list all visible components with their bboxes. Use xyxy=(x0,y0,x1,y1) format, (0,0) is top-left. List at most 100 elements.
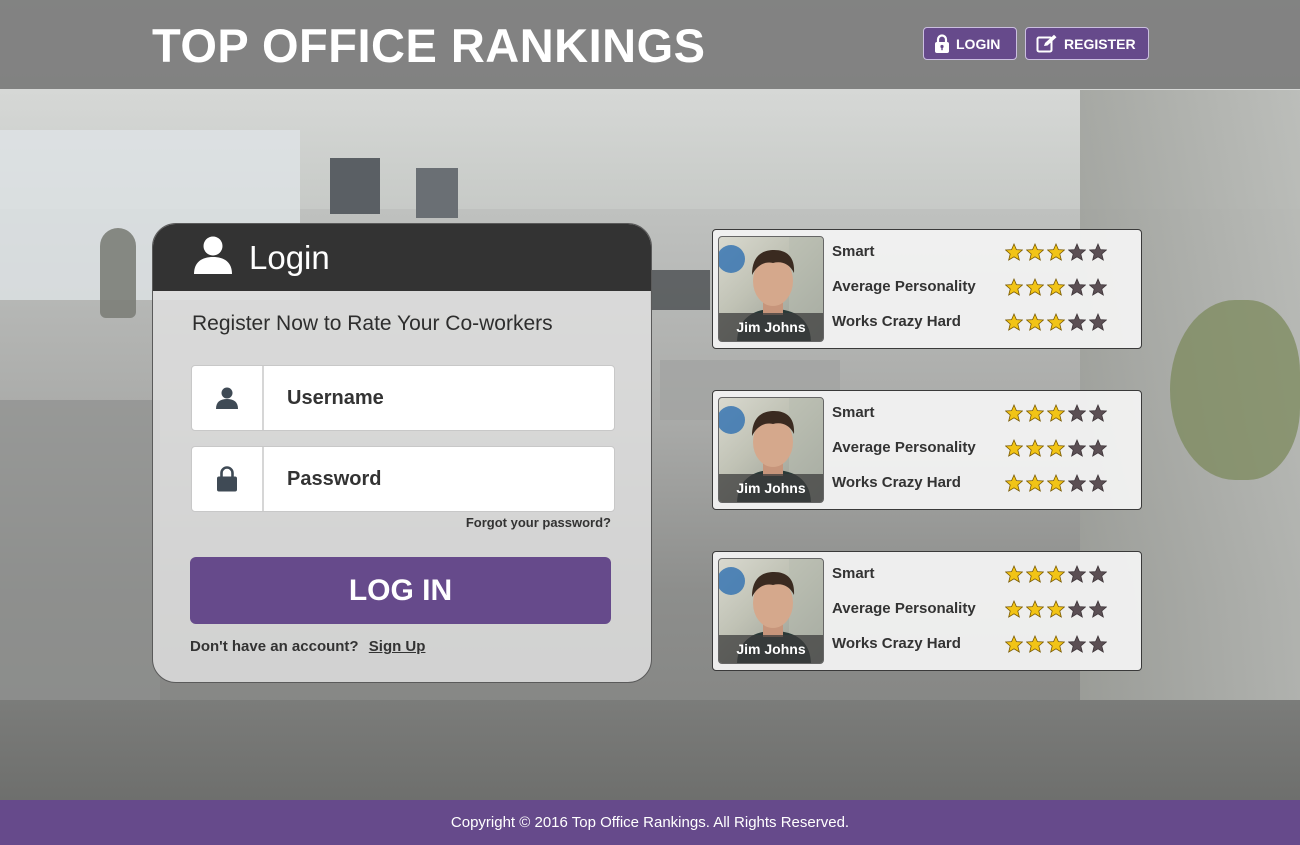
avatar: Jim Johns xyxy=(718,558,824,664)
user-icon xyxy=(193,236,233,279)
star-empty-icon[interactable] xyxy=(1068,277,1086,296)
copyright-text: Copyright © 2016 Top Office Rankings. Al… xyxy=(450,814,850,831)
star-rating[interactable] xyxy=(1005,403,1107,422)
password-input[interactable] xyxy=(264,447,614,511)
trait-label: Smart xyxy=(832,404,875,421)
trait-label: Works Crazy Hard xyxy=(832,635,961,652)
star-rating[interactable] xyxy=(1005,312,1107,331)
header-login-label: LOGIN xyxy=(956,35,1001,52)
edit-icon xyxy=(1036,34,1058,54)
star-filled-icon[interactable] xyxy=(1026,277,1044,296)
star-empty-icon[interactable] xyxy=(1068,403,1086,422)
star-filled-icon[interactable] xyxy=(1047,277,1065,296)
star-empty-icon[interactable] xyxy=(1068,634,1086,653)
traits-list: Smart Average Personality Works Crazy Ha… xyxy=(832,556,1132,661)
star-filled-icon[interactable] xyxy=(1005,403,1023,422)
trait-label: Works Crazy Hard xyxy=(832,474,961,491)
star-filled-icon[interactable] xyxy=(1005,599,1023,618)
login-card-header: Login xyxy=(153,224,651,291)
star-empty-icon[interactable] xyxy=(1089,438,1107,457)
star-rating[interactable] xyxy=(1005,473,1107,492)
user-icon xyxy=(192,366,264,430)
star-filled-icon[interactable] xyxy=(1047,634,1065,653)
trait-row: Works Crazy Hard xyxy=(832,626,1132,661)
trait-label: Average Personality xyxy=(832,278,976,295)
star-empty-icon[interactable] xyxy=(1068,438,1086,457)
star-filled-icon[interactable] xyxy=(1026,564,1044,583)
star-rating[interactable] xyxy=(1005,242,1107,261)
star-filled-icon[interactable] xyxy=(1026,438,1044,457)
star-filled-icon[interactable] xyxy=(1005,634,1023,653)
star-rating[interactable] xyxy=(1005,277,1107,296)
star-filled-icon[interactable] xyxy=(1005,564,1023,583)
trait-label: Average Personality xyxy=(832,600,976,617)
star-empty-icon[interactable] xyxy=(1068,564,1086,583)
star-rating[interactable] xyxy=(1005,438,1107,457)
person-name: Jim Johns xyxy=(719,635,823,663)
person-name: Jim Johns xyxy=(719,474,823,502)
star-filled-icon[interactable] xyxy=(1026,599,1044,618)
star-filled-icon[interactable] xyxy=(1026,473,1044,492)
trait-row: Average Personality xyxy=(832,430,1132,465)
avatar: Jim Johns xyxy=(718,397,824,503)
header-register-button[interactable]: REGISTER xyxy=(1025,27,1149,60)
footer: Copyright © 2016 Top Office Rankings. Al… xyxy=(0,800,1300,845)
site-title[interactable]: TOP OFFICE RANKINGS xyxy=(152,20,706,72)
star-filled-icon[interactable] xyxy=(1047,599,1065,618)
sign-up-link[interactable]: Sign Up xyxy=(369,638,426,655)
star-rating[interactable] xyxy=(1005,564,1107,583)
log-in-button[interactable]: LOG IN xyxy=(190,557,611,624)
star-filled-icon[interactable] xyxy=(1026,242,1044,261)
traits-list: Smart Average Personality Works Crazy Ha… xyxy=(832,395,1132,500)
trait-row: Smart xyxy=(832,395,1132,430)
rating-card[interactable]: Jim Johns Smart Average Personality Work… xyxy=(712,390,1142,510)
trait-row: Works Crazy Hard xyxy=(832,465,1132,500)
login-card: Login Register Now to Rate Your Co-worke… xyxy=(152,223,652,683)
star-empty-icon[interactable] xyxy=(1068,312,1086,331)
trait-label: Smart xyxy=(832,565,875,582)
trait-row: Smart xyxy=(832,234,1132,269)
person-name: Jim Johns xyxy=(719,313,823,341)
star-filled-icon[interactable] xyxy=(1005,277,1023,296)
star-filled-icon[interactable] xyxy=(1005,242,1023,261)
star-empty-icon[interactable] xyxy=(1089,564,1107,583)
star-filled-icon[interactable] xyxy=(1047,242,1065,261)
star-filled-icon[interactable] xyxy=(1047,564,1065,583)
trait-row: Works Crazy Hard xyxy=(832,304,1132,339)
trait-label: Average Personality xyxy=(832,439,976,456)
star-empty-icon[interactable] xyxy=(1068,242,1086,261)
star-filled-icon[interactable] xyxy=(1005,438,1023,457)
star-filled-icon[interactable] xyxy=(1047,473,1065,492)
traits-list: Smart Average Personality Works Crazy Ha… xyxy=(832,234,1132,339)
header-login-button[interactable]: LOGIN xyxy=(923,27,1017,60)
star-filled-icon[interactable] xyxy=(1026,312,1044,331)
star-filled-icon[interactable] xyxy=(1047,312,1065,331)
login-card-title: Login xyxy=(249,238,330,276)
star-empty-icon[interactable] xyxy=(1089,312,1107,331)
forgot-password-link[interactable]: Forgot your password? xyxy=(466,515,611,530)
trait-row: Smart xyxy=(832,556,1132,591)
star-filled-icon[interactable] xyxy=(1026,403,1044,422)
star-empty-icon[interactable] xyxy=(1089,634,1107,653)
star-filled-icon[interactable] xyxy=(1047,438,1065,457)
star-rating[interactable] xyxy=(1005,634,1107,653)
star-empty-icon[interactable] xyxy=(1089,473,1107,492)
rating-card[interactable]: Jim Johns Smart Average Personality Work… xyxy=(712,229,1142,349)
star-empty-icon[interactable] xyxy=(1089,277,1107,296)
star-empty-icon[interactable] xyxy=(1089,599,1107,618)
top-header: TOP OFFICE RANKINGS LOGIN REGISTER xyxy=(0,0,1300,89)
star-filled-icon[interactable] xyxy=(1047,403,1065,422)
star-filled-icon[interactable] xyxy=(1005,312,1023,331)
star-empty-icon[interactable] xyxy=(1089,403,1107,422)
star-filled-icon[interactable] xyxy=(1005,473,1023,492)
username-input[interactable] xyxy=(264,366,614,430)
star-empty-icon[interactable] xyxy=(1089,242,1107,261)
star-rating[interactable] xyxy=(1005,599,1107,618)
password-field xyxy=(191,446,615,512)
star-empty-icon[interactable] xyxy=(1068,473,1086,492)
login-subtitle: Register Now to Rate Your Co-workers xyxy=(192,312,553,335)
rating-card[interactable]: Jim Johns Smart Average Personality Work… xyxy=(712,551,1142,671)
star-empty-icon[interactable] xyxy=(1068,599,1086,618)
star-filled-icon[interactable] xyxy=(1026,634,1044,653)
username-field xyxy=(191,365,615,431)
